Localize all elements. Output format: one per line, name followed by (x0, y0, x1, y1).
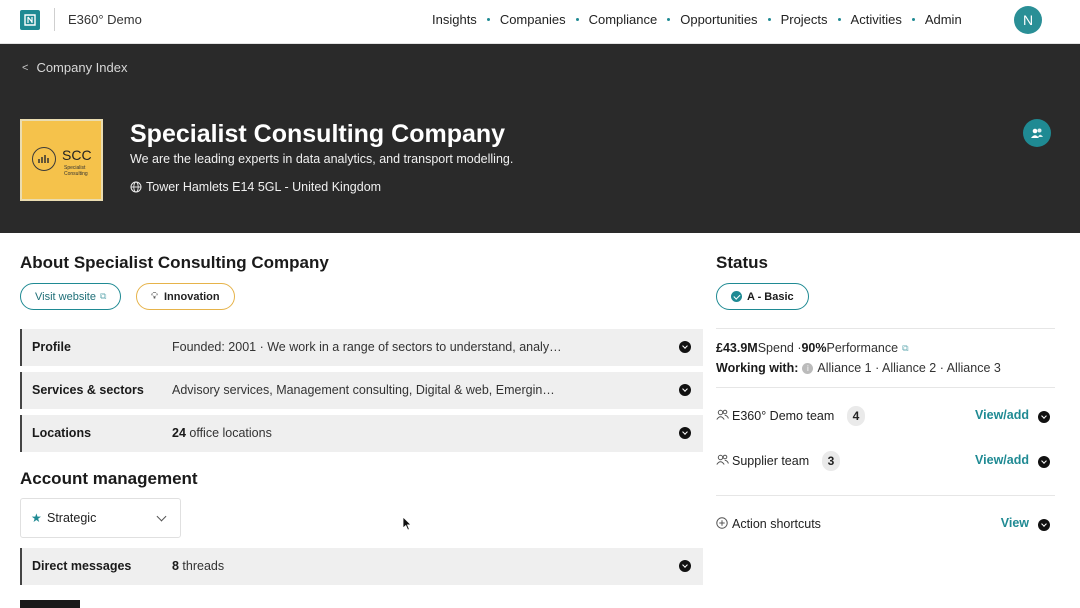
nav-admin[interactable]: Admin (925, 12, 962, 27)
services-sectors-row[interactable]: Services & sectors Advisory services, Ma… (20, 372, 703, 409)
working-with: Working with: i Alliance 1 · Alliance 2 … (716, 361, 1001, 375)
view-add-link[interactable]: View/add (975, 408, 1029, 422)
nav-insights[interactable]: Insights (432, 12, 477, 27)
star-icon: ★ (31, 511, 42, 525)
team-name: E360° Demo team (732, 409, 835, 423)
team-name: Supplier team (732, 454, 810, 468)
chevron-down-icon[interactable] (679, 560, 691, 572)
demo-team-row: E360° Demo team 4 View/add (716, 406, 1055, 428)
plus-circle-icon (716, 517, 728, 529)
row-value: Founded: 2001 · We work in a range of se… (172, 340, 562, 354)
row-value: 24 office locations (172, 426, 272, 440)
nav-compliance[interactable]: Compliance (589, 12, 658, 27)
next-section-heading-peek (20, 600, 80, 608)
info-icon[interactable]: i (802, 362, 814, 374)
chevron-down-icon[interactable] (1038, 456, 1050, 468)
company-tagline: We are the leading experts in data analy… (130, 152, 514, 166)
profile-row[interactable]: Profile Founded: 2001 · We work in a ran… (20, 329, 703, 366)
chevron-left-icon: < (22, 61, 29, 74)
external-link-icon: ⧉ (99, 291, 107, 301)
nav-separator (911, 18, 915, 21)
nav-companies[interactable]: Companies (500, 12, 566, 27)
check-circle-icon (731, 291, 742, 302)
company-logo: SCC Specialist Consulting (20, 119, 103, 201)
divider (716, 387, 1055, 388)
visit-website-button[interactable]: Visit website ⧉ (20, 283, 122, 310)
logo-chart-icon (32, 147, 56, 171)
main-nav: Insights Companies Compliance Opportunit… (432, 12, 962, 27)
location-text: Tower Hamlets E14 5GL - United Kingdom (146, 180, 382, 194)
app-name: E360° Demo (68, 12, 142, 27)
supplier-team-row: Supplier team 3 View/add (716, 451, 1055, 473)
team-count-badge: 3 (822, 451, 840, 471)
logo-abbr: SCC (62, 147, 92, 163)
chevron-down-icon[interactable] (1038, 411, 1050, 423)
row-label: Direct messages (32, 559, 132, 573)
view-link[interactable]: View (1001, 516, 1029, 530)
divider (716, 328, 1055, 329)
locations-row[interactable]: Locations 24 office locations (20, 415, 703, 452)
user-avatar[interactable]: N (1014, 6, 1042, 34)
breadcrumb-link[interactable]: Company Index (36, 60, 127, 75)
divider (716, 495, 1055, 496)
company-name: Specialist Consulting Company (130, 120, 506, 148)
spend-performance: £43.9M Spend · 90% Performance ⧉ (716, 341, 909, 355)
people-icon (716, 454, 729, 465)
company-location: Tower Hamlets E14 5GL - United Kingdom (130, 180, 381, 194)
external-link-icon[interactable]: ⧉ (902, 343, 908, 354)
account-tier-select[interactable]: ★ Strategic (20, 498, 181, 538)
about-title: About Specialist Consulting Company (20, 253, 329, 272)
status-badge[interactable]: A - Basic (716, 283, 809, 310)
row-value: Advisory services, Management consulting… (172, 383, 555, 397)
chevron-down-icon[interactable] (1038, 519, 1050, 531)
nav-opportunities[interactable]: Opportunities (680, 12, 757, 27)
nav-projects[interactable]: Projects (781, 12, 828, 27)
people-icon (716, 409, 729, 420)
top-navbar: E360° Demo Insights Companies Compliance… (0, 0, 1080, 44)
nav-separator (667, 18, 671, 21)
row-label: Locations (32, 426, 92, 440)
status-title: Status (716, 253, 768, 272)
innovation-tag[interactable]: 💡︎ Innovation (136, 283, 235, 310)
action-shortcuts-row: Action shortcuts View (716, 514, 1055, 536)
row-label: Services & sectors (32, 383, 144, 397)
row-label: Profile (32, 340, 71, 354)
select-value: Strategic (47, 511, 97, 525)
nav-separator (575, 18, 579, 21)
team-members-icon[interactable] (1023, 119, 1051, 147)
chevron-down-icon[interactable] (679, 341, 691, 353)
logo-subtext: Specialist Consulting (64, 165, 88, 177)
lightbulb-icon: 💡︎ (151, 291, 158, 302)
globe-icon (130, 181, 142, 193)
row-value: 8 threads (172, 559, 225, 573)
nav-separator (486, 18, 490, 21)
chevron-down-icon[interactable] (679, 427, 691, 439)
nav-activities[interactable]: Activities (851, 12, 902, 27)
view-add-link[interactable]: View/add (975, 453, 1029, 467)
nav-separator (837, 18, 841, 21)
account-management-title: Account management (20, 469, 198, 488)
team-count-badge: 4 (847, 406, 865, 426)
chevron-down-icon[interactable] (679, 384, 691, 396)
nav-separator (767, 18, 771, 21)
company-header: < Company Index SCC Specialist Consulting… (0, 44, 1080, 233)
shortcuts-label: Action shortcuts (732, 517, 821, 531)
breadcrumb[interactable]: < Company Index (22, 60, 128, 75)
mouse-cursor-icon (402, 516, 412, 531)
nav-divider (54, 8, 55, 31)
direct-messages-row[interactable]: Direct messages 8 threads (20, 548, 703, 585)
chevron-down-icon (156, 511, 167, 522)
app-logo-icon[interactable] (20, 10, 40, 30)
